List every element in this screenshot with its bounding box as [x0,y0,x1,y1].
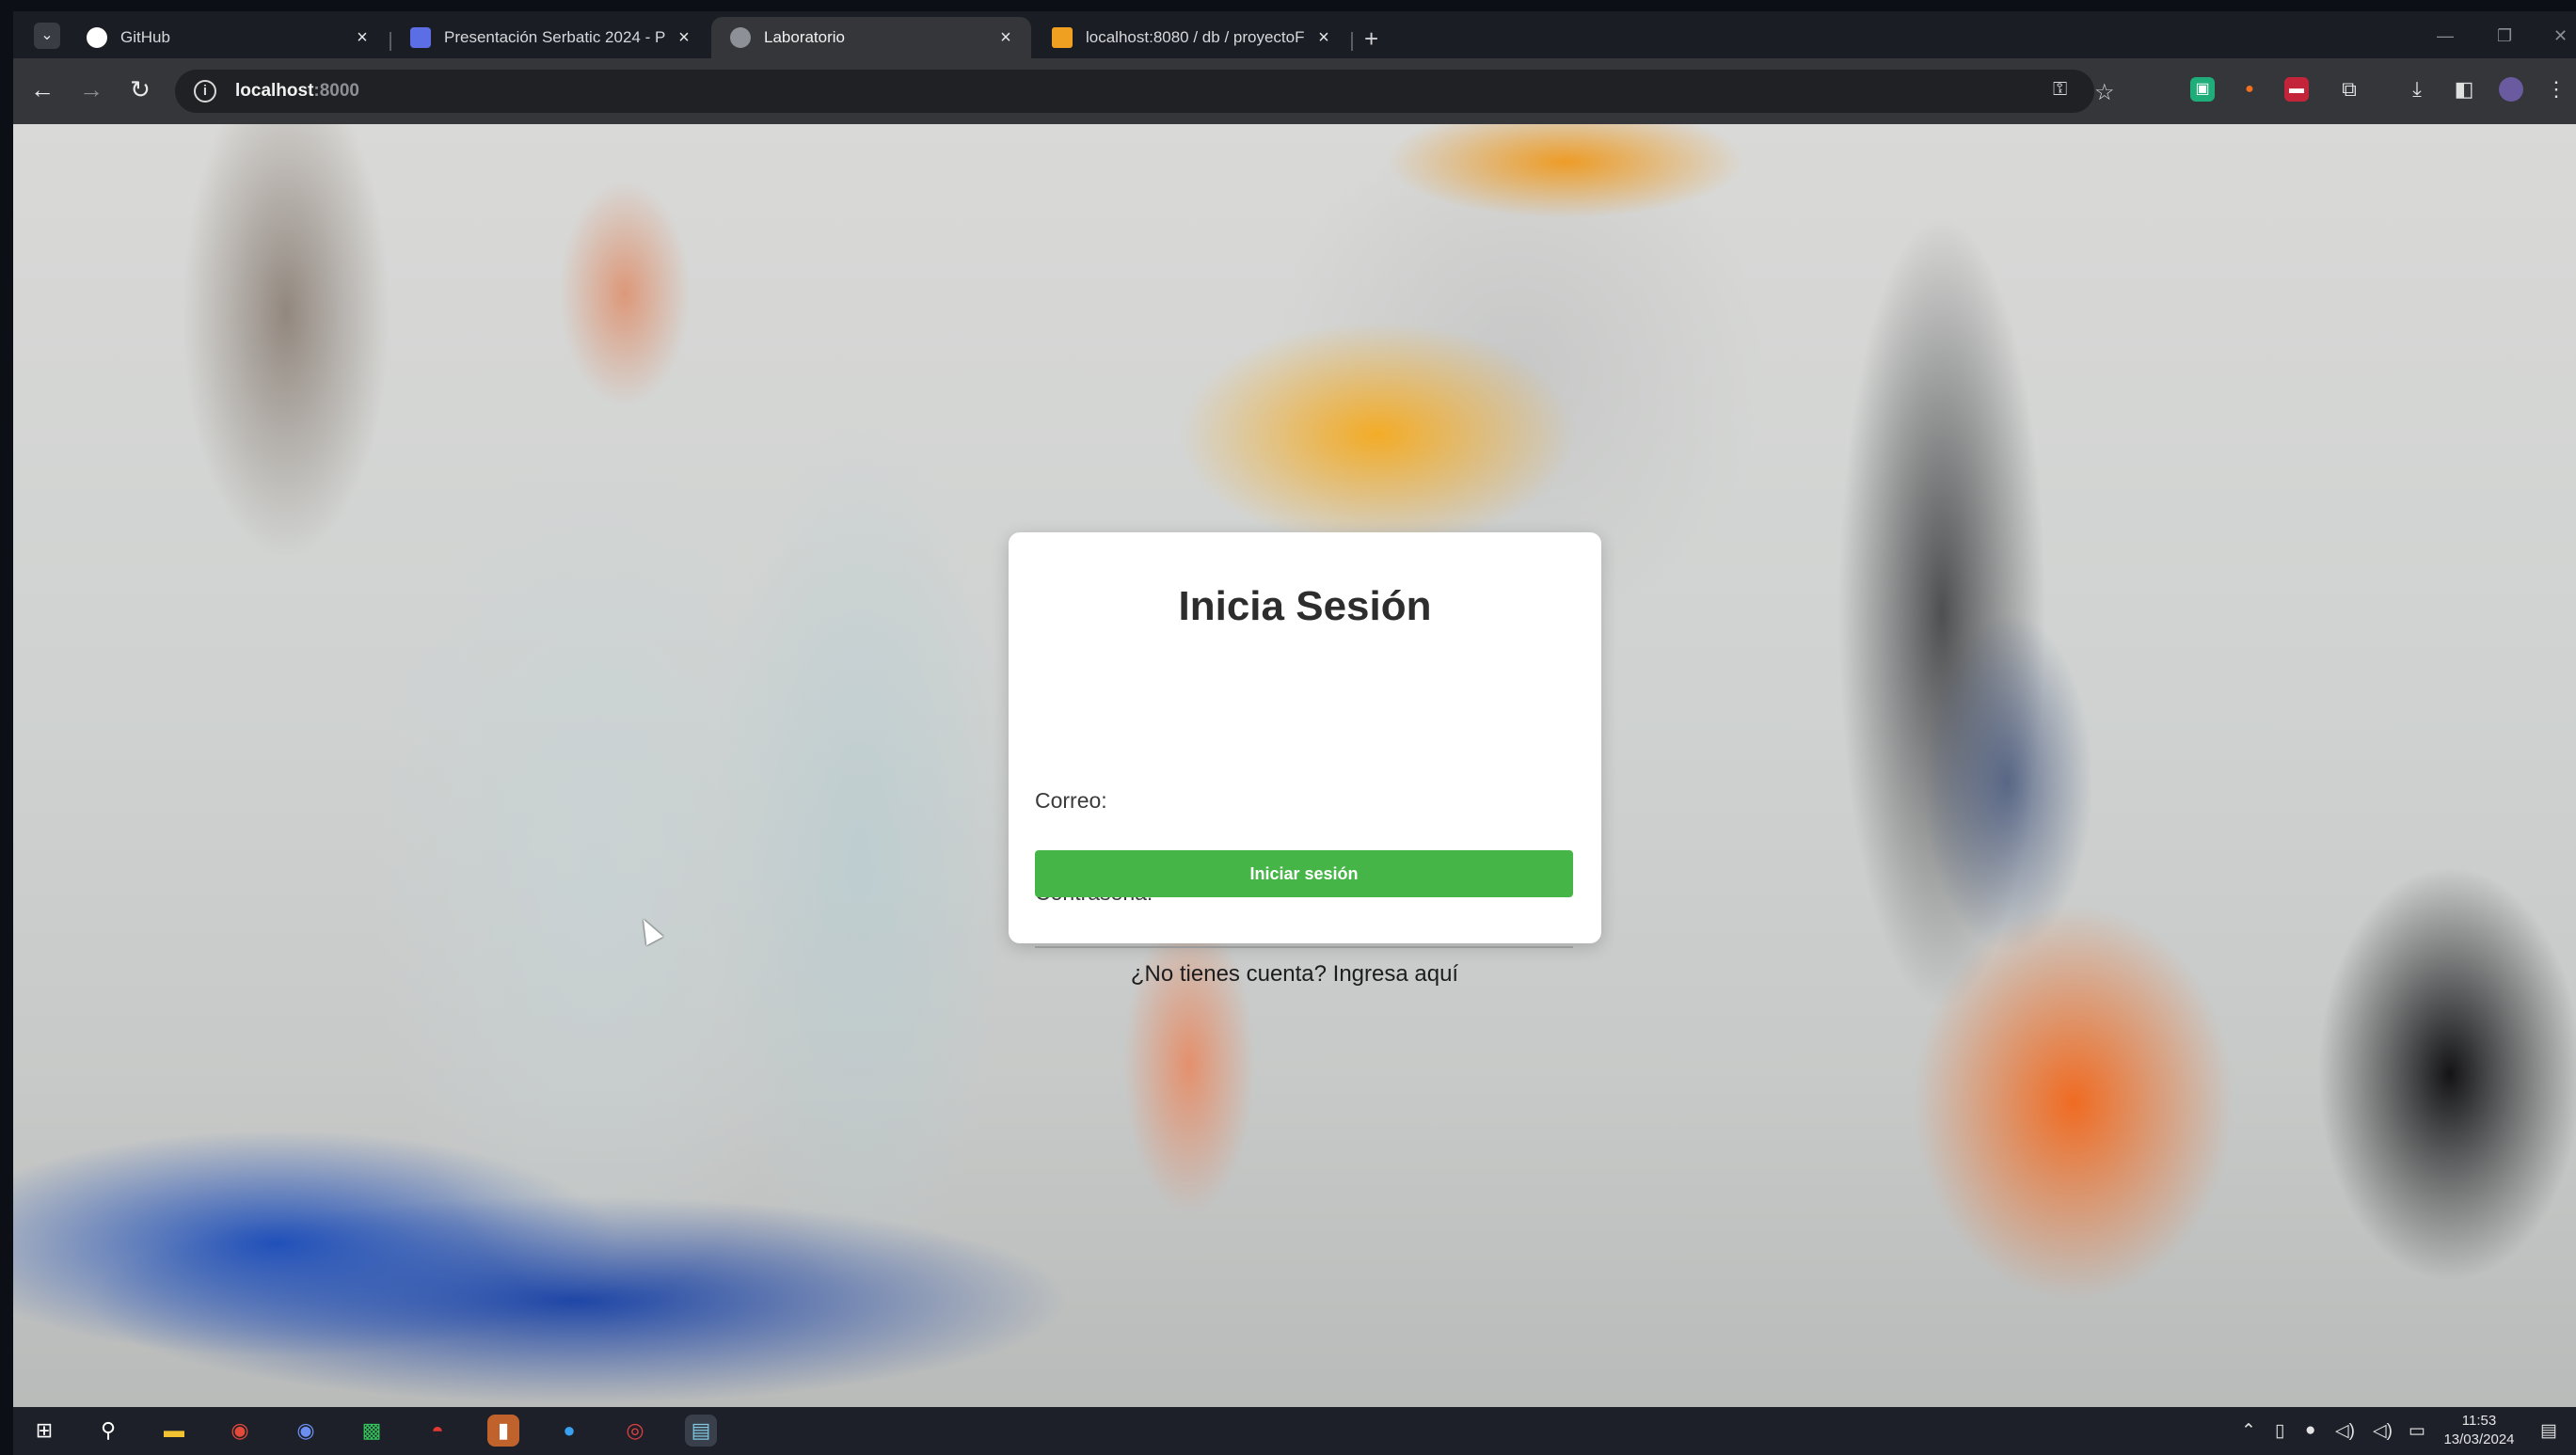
file-explorer-icon[interactable]: ▬ [158,1415,190,1447]
phpmyadmin-icon [1052,27,1073,48]
slides-icon [410,27,431,48]
password-key-icon[interactable]: ⚿ [2053,79,2067,101]
close-window-icon[interactable]: ✕ [2553,26,2568,46]
close-icon[interactable]: × [994,27,1018,49]
screen: ⌄ GitHub × Presentación Serbatic 2024 - … [0,0,2576,1455]
tab-search-icon[interactable]: ⌄ [34,23,60,49]
password-field[interactable] [1035,910,1573,948]
tray-chevron-icon[interactable]: ⌃ [2241,1420,2256,1442]
signup-link[interactable]: ¿No tienes cuenta? Ingresa aquí [1131,961,1458,987]
minimize-icon[interactable]: — [2437,26,2454,46]
minecraft-icon[interactable]: ▩ [356,1415,388,1447]
globe-icon [730,27,751,48]
extensions-icon[interactable]: ⧉ [2337,77,2361,102]
bookmark-star-icon[interactable]: ☆ [2094,79,2115,106]
extension-red-icon[interactable]: ▬ [2284,77,2309,102]
recorder-icon[interactable]: ◎ [619,1415,651,1447]
mouse-cursor-icon [635,914,663,946]
tab-title: localhost:8080 / db / proyectoF [1086,28,1305,46]
close-icon[interactable]: × [1312,27,1336,49]
chrome-profile-icon[interactable]: ◉ [290,1415,322,1447]
tab-presentacion[interactable]: Presentación Serbatic 2024 - P × [391,17,709,58]
pokeball-icon[interactable]: ◓ [421,1415,453,1447]
extension-green-icon[interactable]: ▣ [2190,77,2215,102]
close-icon[interactable]: × [350,27,374,49]
tab-title: GitHub [120,28,170,46]
browser-icon[interactable]: ● [553,1415,585,1447]
system-clock[interactable]: 11:53 13/03/2024 [2437,1412,2521,1449]
tab-github[interactable]: GitHub × [68,17,388,58]
new-tab-button[interactable]: + [1364,24,1378,54]
close-icon[interactable]: × [672,27,696,49]
github-icon [87,27,107,48]
clock-date: 13/03/2024 [2443,1431,2515,1447]
tab-separator [1351,32,1353,51]
login-title: Inicia Sesión [1178,583,1432,629]
search-icon[interactable]: ⚲ [92,1415,124,1447]
tab-phpmyadmin[interactable]: localhost:8080 / db / proyectoF × [1033,17,1349,58]
app-icon[interactable]: ▮ [487,1415,519,1447]
signup-prompt: ¿No tienes cuenta? Ingresa aquí [13,961,2576,988]
chrome-icon[interactable]: ◉ [224,1415,256,1447]
tray-device-icon[interactable]: ▯ [2275,1420,2284,1442]
microphone-icon[interactable]: ● [2305,1420,2315,1441]
side-panel-icon[interactable]: ◧ [2452,77,2476,102]
forward-icon[interactable]: → [75,75,107,104]
profile-avatar-icon[interactable] [2499,77,2523,102]
download-icon[interactable]: ⤓ [2405,77,2429,102]
notepad-icon[interactable]: ▤ [685,1415,717,1447]
tab-title: Laboratorio [764,28,846,46]
volume-icon[interactable]: ◁) [2335,1420,2355,1442]
page-background: Inicia Sesión Correo: Contraseña: Inicia… [13,124,2576,1407]
notification-icon[interactable]: ▤ [2540,1420,2557,1442]
address-host: localhost [235,81,314,101]
address-bar[interactable]: i localhost :8000 ⚿ ☆ [175,70,2115,113]
network-icon[interactable]: ▭ [2409,1420,2425,1442]
taskbar: ⊞ ⚲ ▬ ◉ ◉ ▩ ◓ ▮ ● ◎ ▤ ⌃ ▯ ● ◁) ◁) ▭ 11:5… [13,1407,2576,1455]
clock-time: 11:53 [2461,1413,2497,1429]
back-icon[interactable]: ← [26,75,58,104]
windows-start-icon[interactable]: ⊞ [28,1415,60,1447]
login-card: Inicia Sesión Correo: Contraseña: Inicia… [1009,532,1601,948]
menu-dots-icon[interactable]: ⋮ [2544,77,2568,102]
login-button[interactable]: Iniciar sesión [1035,850,1573,897]
address-port: :8000 [313,81,360,101]
tab-strip: ⌄ GitHub × Presentación Serbatic 2024 - … [13,11,2576,58]
restore-icon[interactable]: ❐ [2497,26,2512,46]
tab-laboratorio[interactable]: Laboratorio × [711,17,1031,58]
email-label: Correo: [1035,788,1107,813]
extension-orange-icon[interactable]: ● [2237,77,2262,102]
reload-icon[interactable]: ↻ [124,75,156,104]
browser-toolbar: ← → ↻ i localhost :8000 ⚿ ☆ ▣ ● ▬ ⧉ ⤓ ◧ … [13,58,2576,124]
site-info-icon[interactable]: i [194,80,216,103]
tab-title: Presentación Serbatic 2024 - P [444,28,666,46]
speaker-icon[interactable]: ◁) [2373,1420,2393,1442]
